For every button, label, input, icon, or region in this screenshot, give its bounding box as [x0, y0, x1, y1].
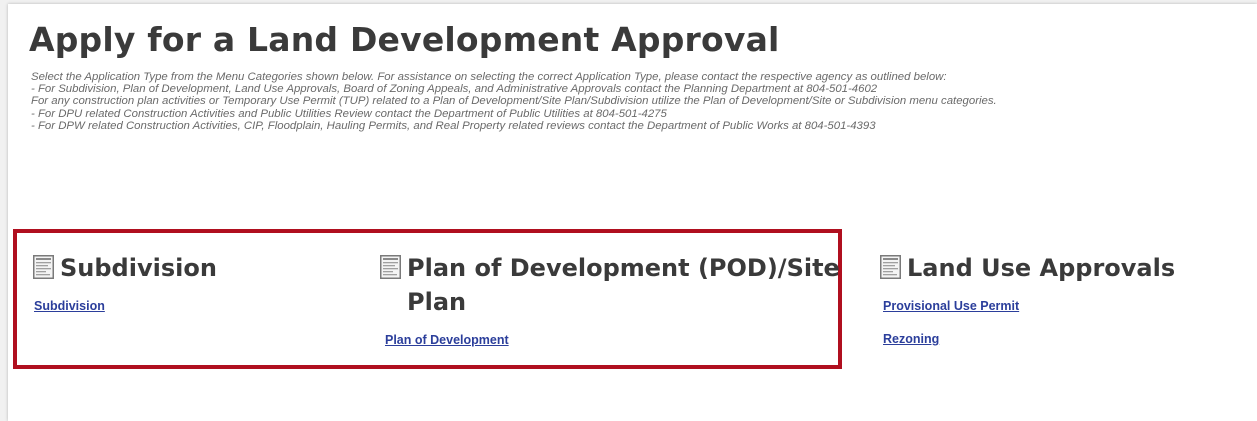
plan-of-development-link[interactable]: Plan of Development — [385, 333, 509, 347]
category-heading-label: Subdivision — [60, 254, 217, 282]
instruction-line: For any construction plan activities or … — [31, 95, 997, 108]
instruction-line: Select the Application Type from the Men… — [31, 71, 947, 83]
document-icon — [33, 255, 54, 279]
instruction-line: - For DPU related Construction Activitie… — [31, 107, 667, 120]
provisional-use-permit-link[interactable]: Provisional Use Permit — [883, 299, 1019, 313]
document-icon — [380, 255, 401, 279]
instructions-text: Select the Application Type from the Men… — [31, 71, 1061, 132]
subdivision-link[interactable]: Subdivision — [34, 299, 105, 313]
category-heading-label: Plan of Development (POD)/Site Plan — [407, 254, 840, 316]
category-subdivision: Subdivision Subdivision — [33, 251, 363, 313]
category-land-use-approvals: Land Use Approvals Provisional Use Permi… — [880, 251, 1240, 346]
category-heading: Land Use Approvals — [880, 251, 1240, 285]
category-plan-of-development: Plan of Development (POD)/Site Plan Plan… — [380, 251, 840, 347]
rezoning-link[interactable]: Rezoning — [883, 332, 939, 346]
category-heading: Subdivision — [33, 251, 363, 285]
category-heading-label: Land Use Approvals — [907, 254, 1176, 282]
instruction-line: - For Subdivision, Plan of Development, … — [31, 83, 878, 96]
page-container: Apply for a Land Development Approval Se… — [8, 4, 1257, 421]
page-title: Apply for a Land Development Approval — [29, 20, 780, 59]
instruction-line: - For DPW related Construction Activitie… — [31, 119, 876, 132]
category-heading: Plan of Development (POD)/Site Plan — [380, 251, 840, 319]
document-icon — [880, 255, 901, 279]
